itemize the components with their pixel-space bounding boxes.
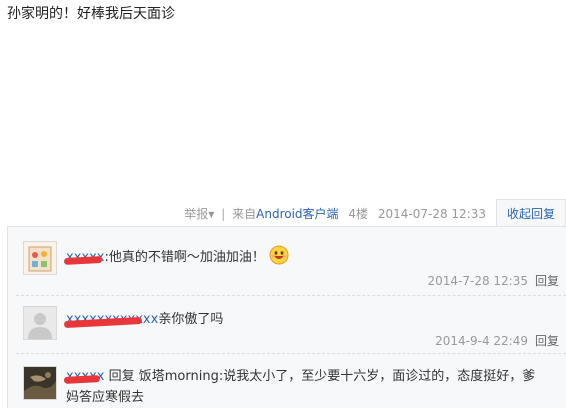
post-date: 2014-07-28 12:33: [377, 207, 486, 221]
reply-content: xxxxx 回复 饭塔morning:说我太小了，至少要十六岁，面诊过的，态度挺…: [63, 366, 556, 408]
redaction-mark: [63, 316, 143, 329]
reply-button[interactable]: 回复: [535, 334, 559, 348]
avatar[interactable]: [23, 306, 57, 340]
reply-button[interactable]: 回复: [535, 274, 559, 288]
report-button[interactable]: 举报▼: [184, 207, 214, 221]
post-meta-info: 举报▼ | 来自Android客户端 4楼 2014-07-28 12:33: [184, 205, 486, 222]
reply-footer: 2014-9-4 22:49 回复: [435, 332, 559, 349]
post-meta-bar: 举报▼ | 来自Android客户端 4楼 2014-07-28 12:33 收…: [0, 199, 566, 227]
reply-footer: 2014-7-28 12:35 回复: [427, 272, 559, 289]
reply-item: xxxxxxxxxxxx亲你傲了吗 2014-9-4 22:49 回复: [8, 296, 566, 353]
redaction-mark: [63, 375, 101, 384]
reply-item: xxxxx:他真的不错啊～加油加油！ 2014-7-28 12:35 回复: [8, 227, 566, 296]
reply-text: 亲你傲了吗: [158, 312, 224, 327]
reply-text-line1: :说我太小了，至少要十六岁，面诊过的，态度挺好，爹: [218, 369, 536, 384]
reply-username[interactable]: xxxxxxxxxxxx: [63, 312, 158, 329]
collapse-replies-button[interactable]: 收起回复: [496, 199, 566, 227]
reply-date: 2014-7-28 12:35: [427, 274, 528, 288]
redaction-mark: [63, 256, 103, 265]
reply-text: :他真的不错啊～加油加油！: [104, 250, 265, 265]
dropdown-triangle-icon: ▼: [208, 210, 215, 219]
reply-username[interactable]: xxxxx: [63, 250, 104, 265]
default-avatar-icon: [24, 307, 56, 339]
reply-item: xxxxx 回复 饭塔morning:说我太小了，至少要十六岁，面诊过的，态度挺…: [8, 354, 566, 408]
client-link[interactable]: Android客户端: [256, 207, 338, 221]
avatar[interactable]: [23, 241, 57, 275]
reply-date: 2014-9-4 22:49: [435, 334, 528, 348]
avatar-image-icon: [24, 242, 56, 274]
reply-list: xxxxx:他真的不错啊～加油加油！ 2014-7-28 12:35回复: [7, 226, 566, 408]
reply-username[interactable]: xxxxx: [63, 369, 104, 384]
meta-separator: |: [221, 207, 226, 221]
avatar[interactable]: [23, 366, 57, 400]
grinning-face-icon: [269, 245, 289, 265]
floor-number: 4楼: [348, 207, 369, 221]
post-text: 孙家明的！好棒我后天面诊: [7, 6, 175, 22]
reply-content: xxxxx:他真的不错啊～加油加油！: [63, 245, 289, 268]
reply-content: xxxxxxxxxxxx亲你傲了吗: [63, 309, 224, 330]
reply-word: 回复: [108, 369, 135, 384]
client-prefix: 来自: [232, 207, 257, 221]
reply-text-line2: 妈答应寒假去: [66, 390, 145, 405]
avatar-image-icon: [24, 367, 56, 399]
reply-target-user[interactable]: 饭塔morning: [139, 369, 219, 384]
